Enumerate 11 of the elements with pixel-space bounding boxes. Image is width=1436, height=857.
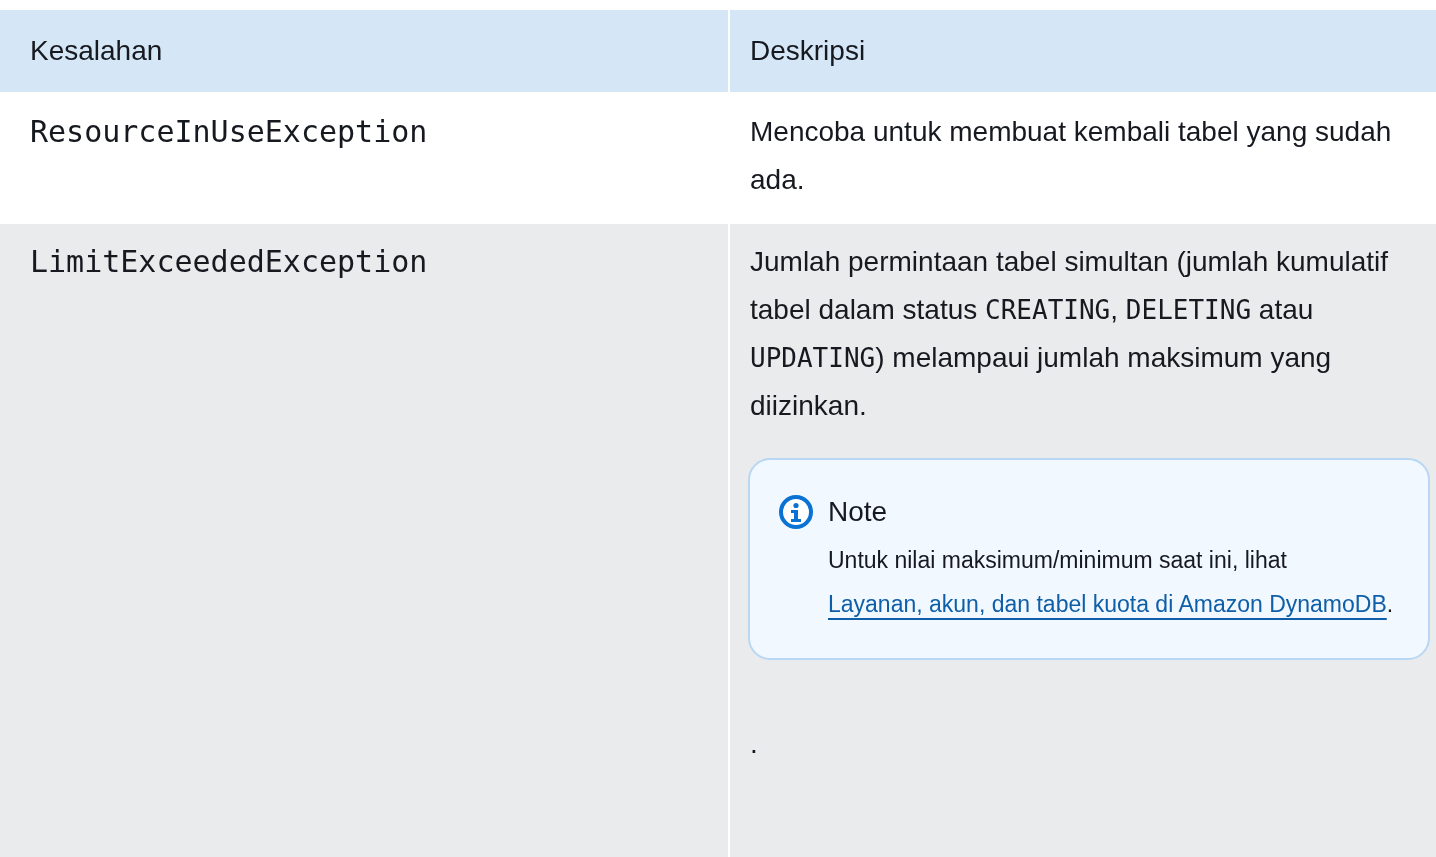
column-header: Kesalahan <box>0 10 728 92</box>
error-name: LimitExceededException <box>30 243 428 281</box>
description-text: Mencoba untuk membuat kembali tabel yang sudah ada. <box>750 115 1392 197</box>
info-icon <box>778 494 814 530</box>
note-title: Note <box>828 495 889 529</box>
error-name: ResourceInUseException <box>30 113 428 151</box>
note-text: Untuk nilai maksimum/minimum saat ini, lihat Layanan, akun, dan tabel kuota di Amazon DynamoDB. <box>828 546 1395 619</box>
description-text: Jumlah permintaan tabel simultan (jumlah kumulatif tabel dalam status CREATING, DELETING atau UPDATING) melampaui jumlah maksimum yang diizinkan. <box>750 245 1390 423</box>
documentation-link[interactable]: Layanan, akun, dan tabel kuota di Amazon DynamoDB <box>828 591 1387 617</box>
trailing-text: . <box>750 727 759 761</box>
column-header: Deskripsi <box>730 10 1436 92</box>
